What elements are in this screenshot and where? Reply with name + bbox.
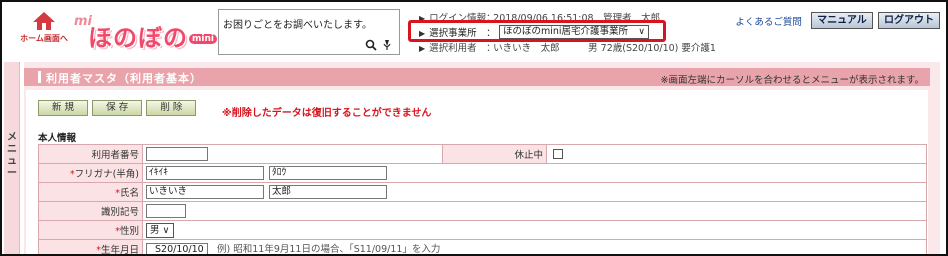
- birth-label: *生年月日: [38, 239, 143, 254]
- id-code-field[interactable]: [146, 204, 186, 218]
- id-code-label: 識別記号: [38, 201, 143, 221]
- kana-last-field[interactable]: ｲｷｲｷ: [146, 166, 264, 180]
- top-right-actions: よくあるご質問 マニュアル ログアウト: [735, 12, 940, 30]
- page-title: 利用者マスタ（利用者基本）: [46, 72, 202, 85]
- save-button[interactable]: 保 存: [92, 100, 143, 116]
- home-label: ホーム画面へ: [20, 34, 68, 43]
- manual-button[interactable]: マニュアル: [811, 12, 873, 29]
- table-row: *生年月日 S20/10/10 例) 昭和11年9月11日の場合、「S11/09…: [38, 239, 927, 256]
- table-row: *性別 男 ∨: [38, 220, 927, 240]
- gender-select[interactable]: 男 ∨: [146, 222, 174, 238]
- home-icon: [33, 12, 55, 30]
- name-last-field[interactable]: いきいき: [146, 185, 264, 199]
- app-logo: mi ほのぼの mini: [74, 12, 217, 52]
- microphone-icon[interactable]: [381, 39, 393, 51]
- new-button[interactable]: 新 規: [38, 100, 88, 116]
- faq-link[interactable]: よくあるご質問: [735, 17, 802, 28]
- office-select[interactable]: ほのぼのmini居宅介護事業所 ∨: [499, 25, 649, 39]
- form-panel: 新 規 保 存 削 除 ※削除したデータは復旧することができません 本人情報 利…: [26, 90, 928, 256]
- user-info-row: ▶ 選択利用者 ：いきいき 太郎 男 72歳(S20/10/10) 要介護1: [419, 40, 716, 54]
- table-row: 利用者番号 休止中: [38, 144, 927, 164]
- chevron-down-icon: ∨: [162, 224, 170, 236]
- kana-label: *フリガナ(半角): [38, 163, 143, 183]
- personal-info-table: 利用者番号 休止中 *フリガナ(半角) ｲｷｲｷ ﾀﾛｳ *氏名 いきいき 太郎…: [38, 144, 927, 256]
- chevron-down-icon: ∨: [638, 27, 645, 37]
- delete-warning: ※削除したデータは復旧することができません: [222, 108, 432, 119]
- suspended-label: 休止中: [442, 144, 547, 164]
- title-accent-bar: [38, 71, 41, 83]
- menu-hint: ※画面左端にカーソルを合わせるとメニューが表示されます。: [660, 75, 924, 86]
- user-no-label: 利用者番号: [38, 144, 143, 164]
- suspended-checkbox[interactable]: [553, 149, 563, 159]
- header: ホーム画面へ mi ほのぼの mini お困りごとをお調べいたします。 ▶ ログイ…: [4, 4, 946, 58]
- birth-date-hint: 例) 昭和11年9月11日の場合、「S11/09/11」を入力: [217, 244, 441, 256]
- app-window: ホーム画面へ mi ほのぼの mini お困りごとをお調べいたします。 ▶ ログイ…: [0, 0, 948, 256]
- action-buttons: 新 規 保 存 削 除: [38, 100, 197, 116]
- triangle-icon: ▶: [419, 44, 426, 53]
- table-row: 識別記号: [38, 201, 927, 221]
- logo-text: ほのぼの: [88, 24, 188, 52]
- delete-button[interactable]: 削 除: [146, 100, 197, 116]
- logout-button[interactable]: ログアウト: [878, 12, 940, 29]
- side-menu-tab[interactable]: メニュー: [4, 62, 20, 254]
- birth-date-field[interactable]: S20/10/10: [146, 242, 208, 254]
- home-button[interactable]: ホーム画面へ: [18, 10, 70, 52]
- name-first-field[interactable]: 太郎: [269, 185, 388, 199]
- office-select-value: ほのぼのmini居宅介護事業所: [503, 26, 629, 37]
- help-search-placeholder: お困りごとをお調べいたします。: [223, 20, 372, 31]
- office-select-highlight: ほのぼのmini居宅介護事業所 ∨: [408, 20, 666, 42]
- table-row: *氏名 いきいき 太郎: [38, 182, 927, 202]
- table-row: *フリガナ(半角) ｲｷｲｷ ﾀﾛｳ: [38, 163, 927, 183]
- user-info-label: 選択利用者 ：: [429, 43, 496, 54]
- name-label: *氏名: [38, 182, 143, 202]
- kana-first-field[interactable]: ﾀﾛｳ: [269, 166, 388, 180]
- side-menu-label: メニュー: [7, 132, 17, 179]
- scrollbar[interactable]: [930, 62, 940, 254]
- section-title: 本人情報: [38, 133, 77, 144]
- page-title-bar: 利用者マスタ（利用者基本） ※画面左端にカーソルを合わせるとメニューが表示されま…: [24, 68, 940, 86]
- gender-label: *性別: [38, 220, 143, 240]
- user-info-value: いきいき 太郎 男 72歳(S20/10/10) 要介護1: [493, 43, 716, 54]
- help-search-box[interactable]: お困りごとをお調べいたします。: [218, 9, 400, 55]
- main-content: 利用者マスタ（利用者基本） ※画面左端にカーソルを合わせるとメニューが表示されま…: [24, 62, 940, 256]
- logo-badge: mini: [189, 34, 217, 44]
- user-no-field[interactable]: [146, 147, 208, 161]
- search-icon[interactable]: [365, 39, 377, 51]
